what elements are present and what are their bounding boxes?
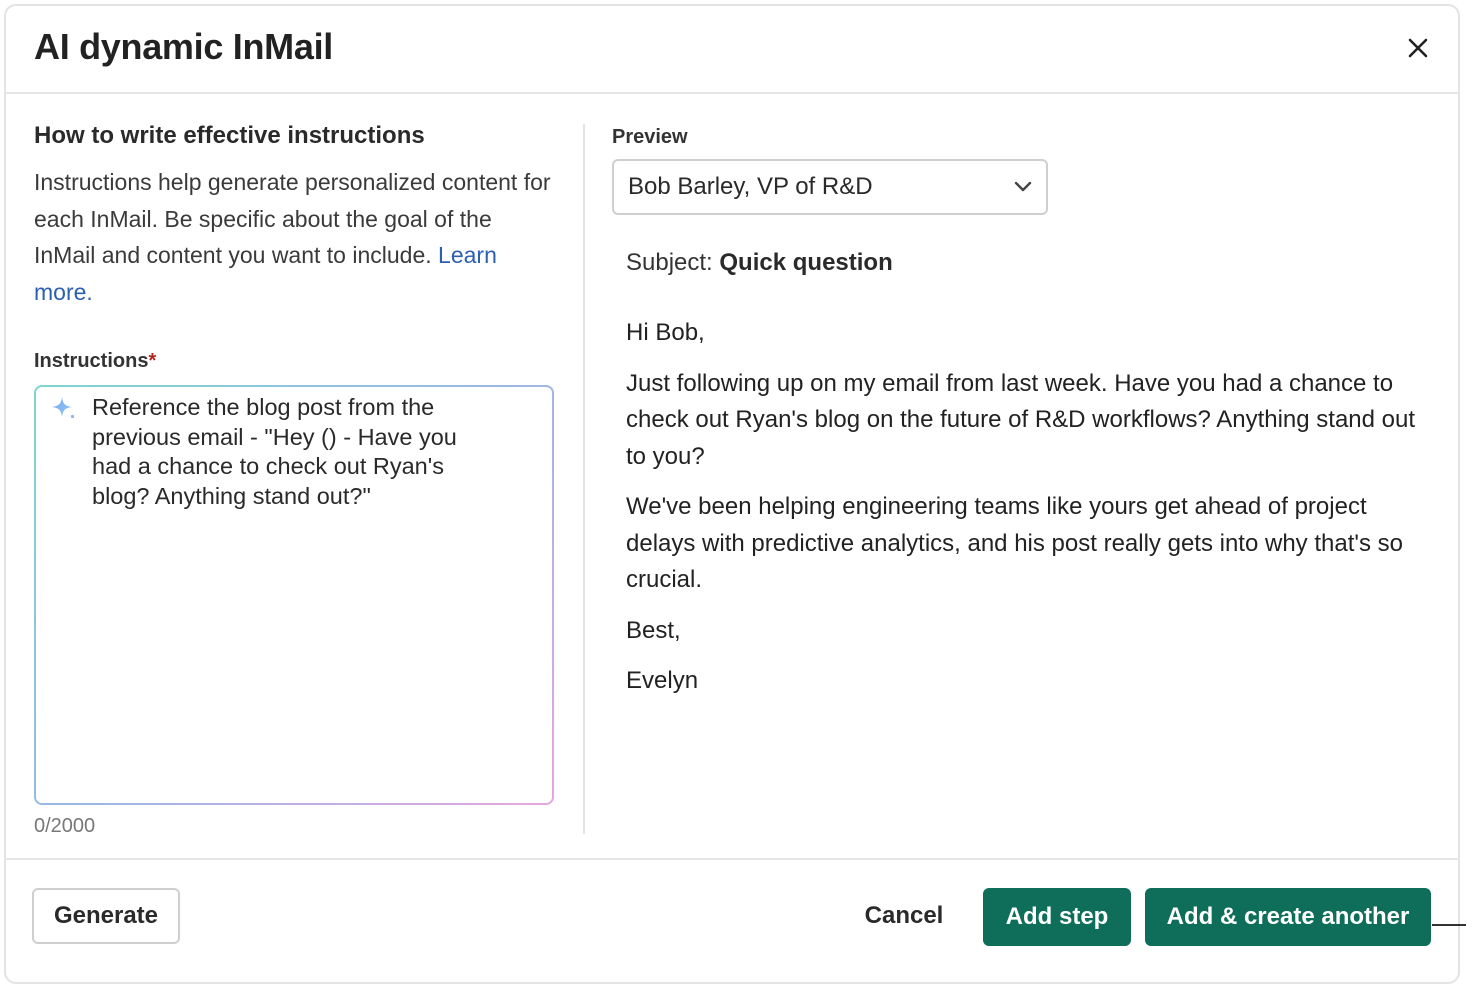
add-step-button[interactable]: Add step [983, 888, 1131, 946]
instructions-field-border: Reference the blog post from the previou… [34, 385, 554, 805]
help-text: Instructions help generate personalized … [34, 164, 554, 310]
instructions-textarea[interactable]: Reference the blog post from the previou… [36, 387, 552, 803]
preview-body: Hi Bob, Just following up on my email fr… [612, 315, 1426, 700]
add-create-another-button[interactable]: Add & create another [1145, 888, 1431, 946]
instructions-panel: How to write effective instructions Inst… [34, 122, 554, 838]
ai-inmail-modal: AI dynamic InMail How to write effective… [4, 4, 1460, 984]
recipient-value: Bob Barley, VP of R&D [628, 173, 873, 200]
preview-label: Preview [612, 126, 688, 148]
cancel-button[interactable]: Cancel [844, 888, 964, 944]
close-icon [1408, 38, 1428, 58]
preview-subject: Subject: Quick question [612, 249, 1432, 277]
subject-value: Quick question [719, 249, 893, 276]
modal-title: AI dynamic InMail [34, 26, 333, 67]
edge-line [1432, 924, 1466, 926]
body-paragraph: We've been helping engineering teams lik… [626, 493, 1403, 593]
modal-footer: Generate Cancel Add step Add & create an… [4, 858, 1460, 972]
subject-label: Subject: [626, 249, 713, 276]
body-paragraph: Evelyn [626, 667, 699, 694]
preview-panel: Preview Bob Barley, VP of R&D Subject: Q… [612, 126, 1432, 714]
close-button[interactable] [1400, 30, 1436, 66]
required-mark: * [148, 350, 157, 372]
body-paragraph: Best, [626, 616, 681, 644]
modal-header: AI dynamic InMail [6, 6, 1458, 94]
sparkle-icon [52, 397, 75, 419]
recipient-select[interactable]: Bob Barley, VP of R&D [612, 159, 1048, 215]
character-counter: 0/2000 [34, 815, 96, 837]
body-paragraph: Hi Bob, [626, 319, 705, 346]
panel-divider [583, 124, 585, 834]
generate-button[interactable]: Generate [32, 888, 180, 944]
instructions-label: Instructions* [34, 350, 554, 373]
help-title: How to write effective instructions [34, 122, 425, 149]
instructions-value: Reference the blog post from the previou… [92, 394, 457, 509]
chevron-down-icon [1014, 181, 1032, 192]
instructions-label-text: Instructions [34, 350, 149, 372]
body-paragraph: Just following up on my email from last … [626, 369, 1416, 470]
